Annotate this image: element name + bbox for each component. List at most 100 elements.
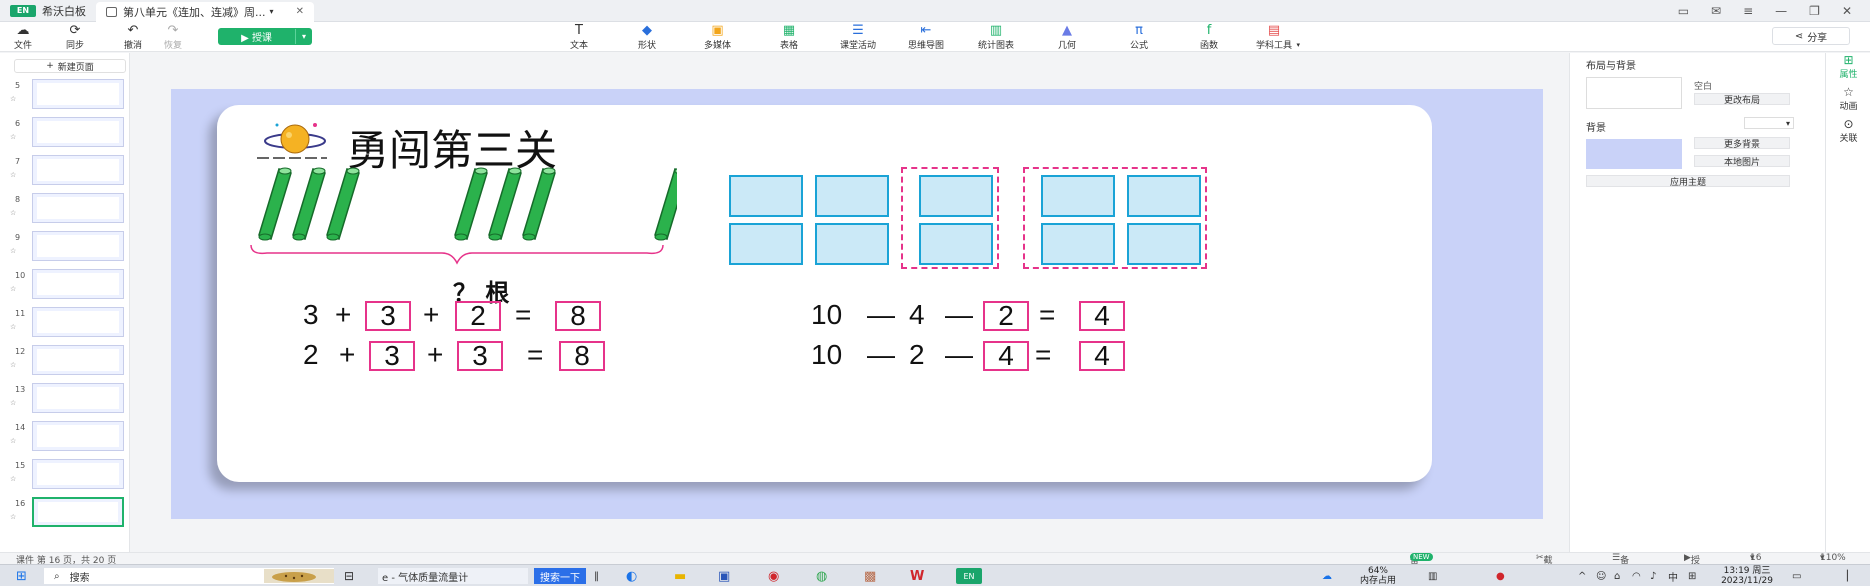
slide-thumbnail[interactable]: 16 ☆ [0, 497, 130, 529]
minimize-icon[interactable]: — [1775, 4, 1787, 18]
answer-box[interactable]: 8 [559, 340, 605, 371]
aspect-ratio-select[interactable]: 16 : 9 ▾ [1750, 553, 1761, 583]
side-tab-1[interactable]: ⊞ 属性 [1826, 53, 1870, 80]
task-view-icon[interactable]: ⊟ [344, 568, 354, 584]
change-layout-button[interactable]: 更改布局 [1694, 93, 1790, 106]
file-menu[interactable]: ☁ 文件 [14, 24, 32, 52]
tool-4[interactable]: ▦ 表格 [780, 24, 798, 52]
document-tab[interactable]: 第八单元《连加、连减》周... ▾ ✕ [96, 1, 314, 22]
slide-thumbnail[interactable]: 9 ☆ [0, 231, 130, 263]
layout-preview[interactable] [1586, 77, 1682, 109]
tool-7[interactable]: ▥ 统计图表 [978, 24, 1014, 52]
answer-box[interactable]: 8 [555, 300, 601, 331]
tray-network-icon[interactable]: ⌂ [1614, 568, 1620, 584]
blue-square[interactable] [1041, 175, 1115, 217]
folder-icon[interactable]: ▬ [674, 568, 686, 584]
star-icon[interactable]: ☆ [10, 133, 16, 141]
wps-icon[interactable]: W [910, 568, 924, 584]
weather-icon[interactable]: ☁ [1322, 568, 1332, 584]
answer-box[interactable]: 4 [1079, 340, 1125, 371]
slide-canvas[interactable]: 勇闯第三关 ？ 根 3 +3 +2 = 8 2 +3 +3 = 8 10—4—2 = 4 10—2—4 = 4 [217, 105, 1432, 482]
slide-thumbnail[interactable]: 6 ☆ [0, 117, 130, 149]
thumbnail-preview[interactable] [32, 345, 124, 375]
redo-button[interactable]: ↷ 恢复 [164, 24, 182, 52]
slide-thumbnail[interactable]: 13 ☆ [0, 383, 130, 415]
star-icon[interactable]: ☆ [10, 475, 16, 483]
clock[interactable]: 13:19 周三 2023/11/29 [1708, 566, 1786, 586]
volume-icon[interactable]: ♪ [1650, 568, 1656, 584]
app-icon-green[interactable]: ◍ [816, 568, 827, 584]
answer-box[interactable]: 3 [365, 300, 411, 331]
star-icon[interactable]: ☆ [10, 95, 16, 103]
windows-start-icon[interactable]: ⊞ [16, 568, 27, 584]
star-icon[interactable]: ☆ [10, 361, 16, 369]
thumbnail-preview[interactable] [32, 421, 124, 451]
screenshot-button[interactable]: ✂ 截图 [1536, 553, 1553, 579]
thumbnail-preview[interactable] [32, 307, 124, 337]
answer-box[interactable]: 4 [983, 340, 1029, 371]
taskbar-search[interactable]: ⌕ 搜索 [44, 568, 334, 584]
teach-button[interactable]: ▶ 授课 ▾ [218, 28, 312, 45]
edge-icon[interactable]: ◐ [626, 568, 637, 584]
tool-10[interactable]: f 函数 [1200, 24, 1218, 52]
tool-1[interactable]: T 文本 [570, 24, 588, 52]
share-button[interactable]: ⋖ 分享 [1772, 27, 1850, 45]
taskbar-browser-item[interactable]: e - 气体质量流量计 [378, 568, 528, 584]
background-color-select[interactable]: ▾ [1744, 117, 1794, 129]
slide-thumbnail[interactable]: 15 ☆ [0, 459, 130, 491]
menu-icon[interactable]: ≡ [1743, 4, 1753, 18]
star-icon[interactable]: ☆ [10, 209, 16, 217]
tool-5[interactable]: ☰ 课堂活动 [840, 24, 876, 52]
answer-box[interactable]: 2 [455, 300, 501, 331]
answer-box[interactable]: 2 [983, 300, 1029, 331]
tab-dropdown-icon[interactable]: ▾ [270, 7, 274, 16]
thumbnail-preview[interactable] [32, 269, 124, 299]
blue-square[interactable] [919, 223, 993, 265]
new-page-button[interactable]: + 新建页面 [14, 59, 126, 73]
thumbnail-preview[interactable] [32, 155, 124, 185]
star-icon[interactable]: ☆ [10, 323, 16, 331]
slide-thumbnail[interactable]: 12 ☆ [0, 345, 130, 377]
notification-icon[interactable]: ▭ [1792, 568, 1801, 584]
thumbnail-preview[interactable] [32, 231, 124, 261]
notes-button[interactable]: ☰ 备注 [1612, 553, 1629, 579]
show-desktop-icon[interactable]: ▕ [1840, 568, 1848, 584]
blue-square[interactable] [729, 223, 803, 265]
slide-thumbnail[interactable]: 5 ☆ [0, 79, 130, 111]
local-image-button[interactable]: 本地图片 [1694, 155, 1790, 168]
side-tab-2[interactable]: ☆ 动画 [1826, 85, 1870, 112]
memory-usage[interactable]: 64% 内存占用 [1354, 566, 1402, 586]
thumbnail-preview[interactable] [32, 497, 124, 527]
tool-8[interactable]: ▲ 几何 [1058, 24, 1076, 52]
sync-button[interactable]: ⟳ 同步 [66, 24, 84, 52]
blue-square[interactable] [919, 175, 993, 217]
chat-icon[interactable]: ▭ [1678, 4, 1689, 18]
thumbnail-preview[interactable] [32, 117, 124, 147]
tray-app-icon[interactable]: ▥ [1428, 568, 1437, 584]
answer-box[interactable]: 3 [369, 340, 415, 371]
close-window-icon[interactable]: ✕ [1842, 4, 1852, 18]
wifi-icon[interactable]: ◠ [1632, 568, 1641, 584]
restore-icon[interactable]: ❐ [1809, 4, 1820, 18]
tab-close-icon[interactable]: ✕ [296, 6, 304, 17]
zoom-select[interactable]: 110% ▾ [1820, 553, 1846, 563]
blue-square[interactable] [1041, 223, 1115, 265]
seewo-taskbar-icon[interactable]: EN [956, 568, 982, 584]
tool-9[interactable]: π 公式 [1130, 24, 1148, 52]
teach-status-button[interactable]: ▶ 授课 [1684, 553, 1700, 579]
star-icon[interactable]: ☆ [10, 437, 16, 445]
netease-music-icon[interactable]: ◉ [768, 568, 779, 584]
slide-thumbnail[interactable]: 10 ☆ [0, 269, 130, 301]
answer-box[interactable]: 3 [457, 340, 503, 371]
tool-11[interactable]: ▤ 学科工具 ▾ [1256, 24, 1300, 52]
slide-thumbnail[interactable]: 14 ☆ [0, 421, 130, 453]
thumbnail-preview[interactable] [32, 79, 124, 109]
tool-2[interactable]: ◆ 形状 [638, 24, 656, 52]
thumbnail-preview[interactable] [32, 193, 124, 223]
tray-qq-icon[interactable]: ☺ [1596, 568, 1606, 584]
thumbnail-preview[interactable] [32, 459, 124, 489]
blue-square[interactable] [1127, 223, 1201, 265]
blue-square[interactable] [815, 175, 889, 217]
star-icon[interactable]: ☆ [10, 513, 16, 521]
blue-square[interactable] [815, 223, 889, 265]
